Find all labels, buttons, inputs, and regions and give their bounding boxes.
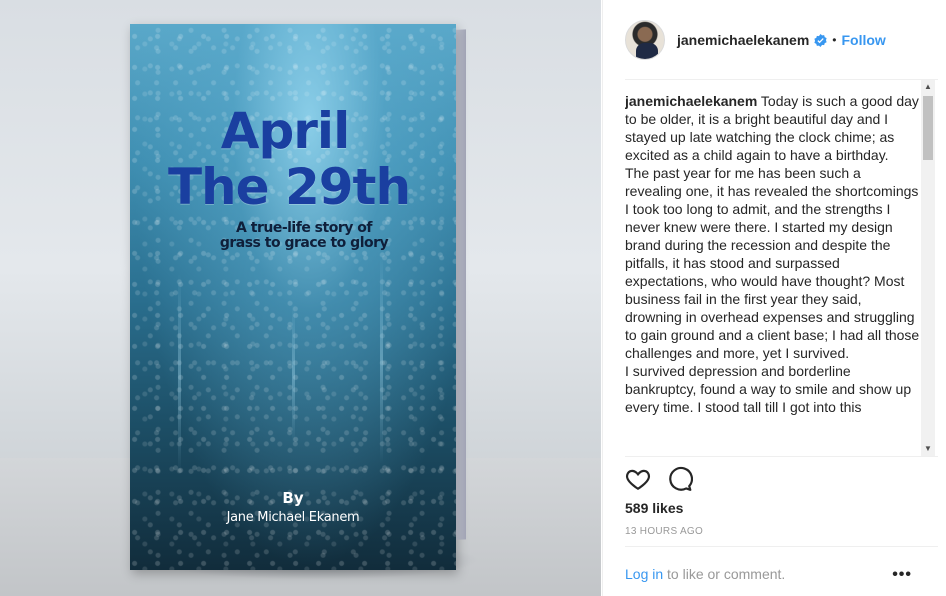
comment-bubble-icon[interactable] bbox=[667, 466, 693, 492]
login-prompt: Log in to like or comment. bbox=[625, 566, 785, 582]
login-prompt-text: to like or comment. bbox=[663, 566, 786, 582]
caption-scroll-area[interactable]: janemichaelekanem Today is such a good d… bbox=[625, 92, 921, 454]
caption-scrollbar[interactable]: ▲ ▼ bbox=[921, 80, 935, 456]
book-subtitle-line2: grass to grace to glory bbox=[219, 235, 389, 251]
post-caption: janemichaelekanem Today is such a good d… bbox=[625, 92, 921, 416]
scroll-up-arrow-icon[interactable]: ▲ bbox=[921, 80, 935, 94]
login-link[interactable]: Log in bbox=[625, 566, 663, 582]
book-subtitle-line1: A true-life story of bbox=[236, 220, 372, 236]
like-count[interactable]: 589 likes bbox=[625, 500, 683, 516]
post-photo[interactable]: April The 29th A true-life story of gras… bbox=[0, 0, 601, 596]
caption-username[interactable]: janemichaelekanem bbox=[625, 93, 757, 109]
book-cover: April The 29th A true-life story of gras… bbox=[130, 24, 456, 570]
header-divider bbox=[625, 79, 938, 80]
book-by-label: By bbox=[282, 489, 304, 507]
water-streak bbox=[178, 274, 181, 474]
water-streak bbox=[380, 254, 383, 464]
book-title-line1: April bbox=[220, 102, 350, 160]
post-header: janemichaelekanem • Follow bbox=[625, 20, 886, 60]
book-title-line2: The 29th bbox=[167, 158, 411, 216]
follow-button[interactable]: Follow bbox=[842, 32, 886, 48]
water-streak bbox=[292, 304, 295, 444]
more-options-icon[interactable]: ••• bbox=[892, 566, 912, 584]
verified-badge-icon bbox=[814, 33, 827, 47]
scrollbar-thumb[interactable] bbox=[923, 96, 933, 160]
caption-divider bbox=[625, 456, 938, 457]
footer-divider bbox=[625, 546, 938, 547]
post-actions bbox=[625, 466, 693, 492]
separator-dot: • bbox=[832, 33, 837, 47]
scroll-down-arrow-icon[interactable]: ▼ bbox=[921, 442, 935, 456]
post-sidebar: janemichaelekanem • Follow janemichaelek… bbox=[602, 0, 946, 596]
post-timestamp[interactable]: 13 HOURS AGO bbox=[625, 526, 703, 537]
book-author: Jane Michael Ekanem bbox=[226, 510, 360, 525]
avatar[interactable] bbox=[625, 20, 665, 60]
post-username[interactable]: janemichaelekanem bbox=[677, 32, 809, 48]
heart-icon[interactable] bbox=[625, 466, 651, 492]
caption-text: Today is such a good day to be older, it… bbox=[625, 93, 920, 415]
